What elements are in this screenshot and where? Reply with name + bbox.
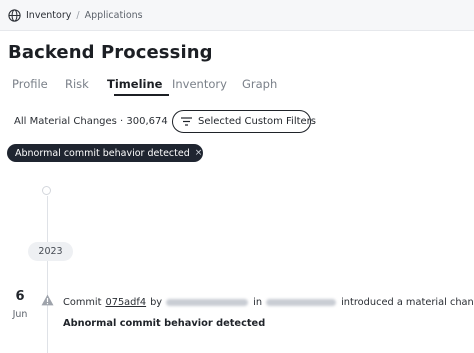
globe-icon [8, 8, 21, 22]
custom-filters-button[interactable]: Selected Custom Filters [172, 110, 316, 133]
warning-triangle-icon [41, 294, 54, 306]
tab-graph[interactable]: Graph [242, 77, 277, 91]
timeline-line [47, 196, 48, 353]
custom-filters-label: Selected Custom Filters [198, 116, 316, 127]
material-changes-count: All Material Changes · 300,674 [14, 116, 168, 127]
event-suffix: introduced a material change [341, 296, 474, 308]
tab-risk[interactable]: Risk [65, 77, 89, 91]
breadcrumb: Inventory / Applications [8, 8, 143, 22]
event-prefix: Commit [63, 296, 102, 308]
event-day: 6 [15, 289, 25, 304]
active-filter-chip[interactable]: Abnormal commit behavior detected × [7, 144, 203, 162]
filter-lines-icon [181, 117, 192, 126]
tab-timeline[interactable]: Timeline [107, 77, 162, 91]
tab-inventory[interactable]: Inventory [172, 77, 227, 91]
event-by: by [150, 296, 163, 308]
timeline-start-dot [42, 186, 51, 195]
close-icon[interactable]: × [195, 148, 203, 158]
event-description: Abnormal commit behavior detected [63, 318, 266, 329]
breadcrumb-separator: / [76, 9, 80, 21]
breadcrumb-inventory[interactable]: Inventory [26, 10, 71, 21]
page-title: Backend Processing [8, 42, 213, 63]
filter-chip-label: Abnormal commit behavior detected [15, 147, 190, 159]
year-marker: 2023 [28, 242, 73, 261]
tab-profile[interactable]: Profile [12, 77, 48, 91]
top-bar: Inventory / Applications [0, 0, 474, 31]
active-tab-indicator [114, 94, 169, 96]
breadcrumb-applications[interactable]: Applications [85, 10, 143, 21]
redacted-user[interactable] [166, 298, 249, 306]
redacted-repository[interactable] [266, 298, 337, 306]
event-in: in [253, 296, 263, 308]
commit-hash-link[interactable]: 075adf4 [105, 297, 146, 308]
event-summary: Commit 075adf4 by in introduced a materi… [63, 295, 474, 309]
event-month: Jun [12, 309, 28, 320]
